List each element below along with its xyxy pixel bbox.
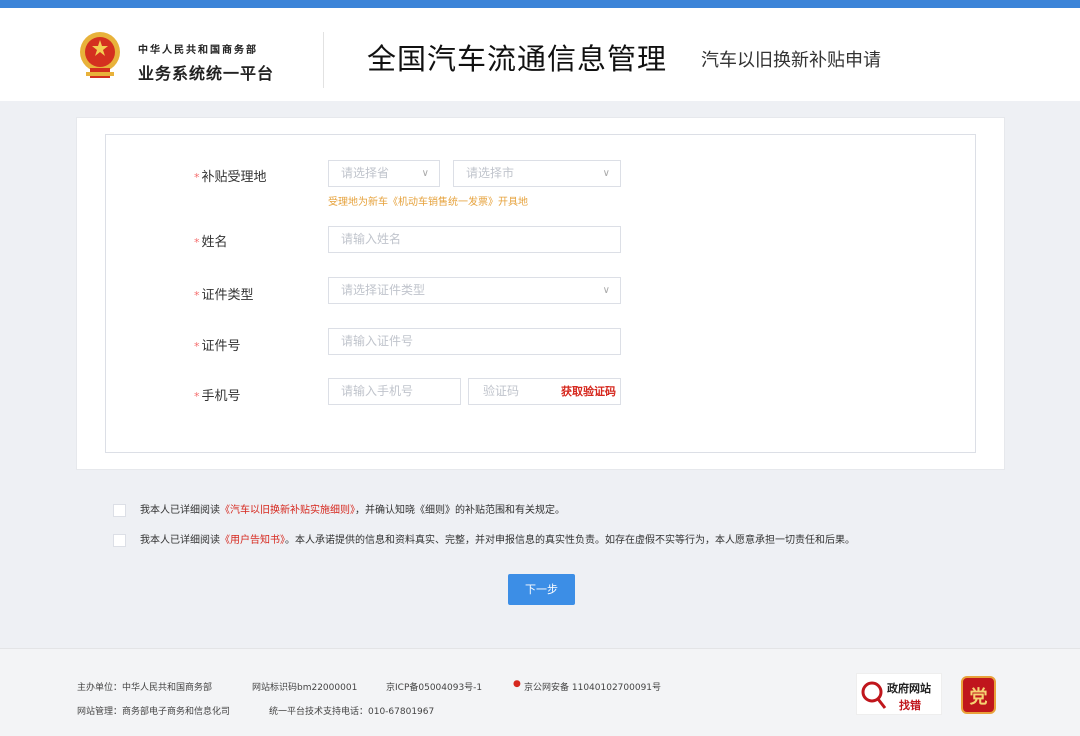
label-phone: * 手机号 <box>194 389 241 404</box>
province-select[interactable]: 请选择省 ∨ <box>328 160 440 187</box>
chevron-down-icon: ∨ <box>421 168 429 179</box>
required-mark: * <box>194 390 200 403</box>
notice-link[interactable]: 《用户告知书》 <box>220 535 285 546</box>
agreement-rules-checkbox[interactable] <box>113 503 126 517</box>
get-code-button[interactable]: 获取验证码 <box>561 379 616 404</box>
gov-site-error-report-badge[interactable]: 政府网站 找错 <box>856 673 942 715</box>
page-header: 中华人民共和国商务部 业务系统统一平台 全国汽车流通信息管理 汽车以旧换新补贴申… <box>0 8 1080 101</box>
page-subtitle: 汽车以旧换新补贴申请 <box>701 50 881 71</box>
required-mark: * <box>194 171 200 184</box>
footer-icp-link[interactable]: 京ICP备05004093号-1 <box>386 680 482 693</box>
magnifier-icon <box>861 681 887 709</box>
required-mark: * <box>194 340 200 353</box>
national-emblem-icon <box>80 32 120 78</box>
label-id-number: * 证件号 <box>194 339 241 354</box>
name-input[interactable]: 请输入姓名 <box>328 226 621 253</box>
id-type-select[interactable]: 请选择证件类型 ∨ <box>328 277 621 304</box>
label-id-type: * 证件类型 <box>194 288 254 303</box>
page-title: 全国汽车流通信息管理 <box>367 42 668 76</box>
agreement-rules: 我本人已详细阅读《汽车以旧换新补贴实施细则》，并确认知晓《细则》的补贴范围和有关… <box>113 501 565 517</box>
next-step-button[interactable]: 下一步 <box>508 574 575 605</box>
label-name: * 姓名 <box>194 235 228 250</box>
top-accent-bar <box>0 0 1080 8</box>
party-emblem-icon: 党 <box>969 687 988 708</box>
phone-input[interactable]: 请输入手机号 <box>328 378 461 405</box>
verification-code-input[interactable]: 验证码 获取验证码 <box>468 378 621 405</box>
location-hint: 受理地为新车《机动车销售统一发票》开具地 <box>328 197 528 208</box>
chevron-down-icon: ∨ <box>602 285 610 296</box>
police-badge-icon: ● <box>513 679 521 689</box>
agreement-notice: 我本人已详细阅读《用户告知书》。本人承诺提供的信息和资料真实、完整，并对申报信息… <box>113 531 855 547</box>
city-select[interactable]: 请选择市 ∨ <box>453 160 621 187</box>
rules-link[interactable]: 《汽车以旧换新补贴实施细则》 <box>220 505 355 516</box>
header-divider <box>323 32 324 88</box>
required-mark: * <box>194 289 200 302</box>
agreement-notice-checkbox[interactable] <box>113 533 126 547</box>
footer-site-id: 网站标识码bm22000001 <box>252 683 358 693</box>
label-subsidy-location: * 补贴受理地 <box>194 170 267 185</box>
required-mark: * <box>194 236 200 249</box>
footer-manager: 网站管理：商务部电子商务和信息化司 <box>77 707 231 717</box>
ministry-platform-name: 业务系统统一平台 <box>138 64 275 83</box>
footer-support-phone: 统一平台技术支持电话：010-67801967 <box>269 707 435 717</box>
party-organization-badge[interactable]: 党 <box>961 676 996 714</box>
chevron-down-icon: ∨ <box>602 168 610 179</box>
id-number-input[interactable]: 请输入证件号 <box>328 328 621 355</box>
footer-police-link[interactable]: 京公网安备 11040102700091号 <box>524 680 661 693</box>
ministry-name-small: 中华人民共和国商务部 <box>138 45 258 56</box>
footer-sponsor: 主办单位：中华人民共和国商务部 <box>77 683 213 693</box>
